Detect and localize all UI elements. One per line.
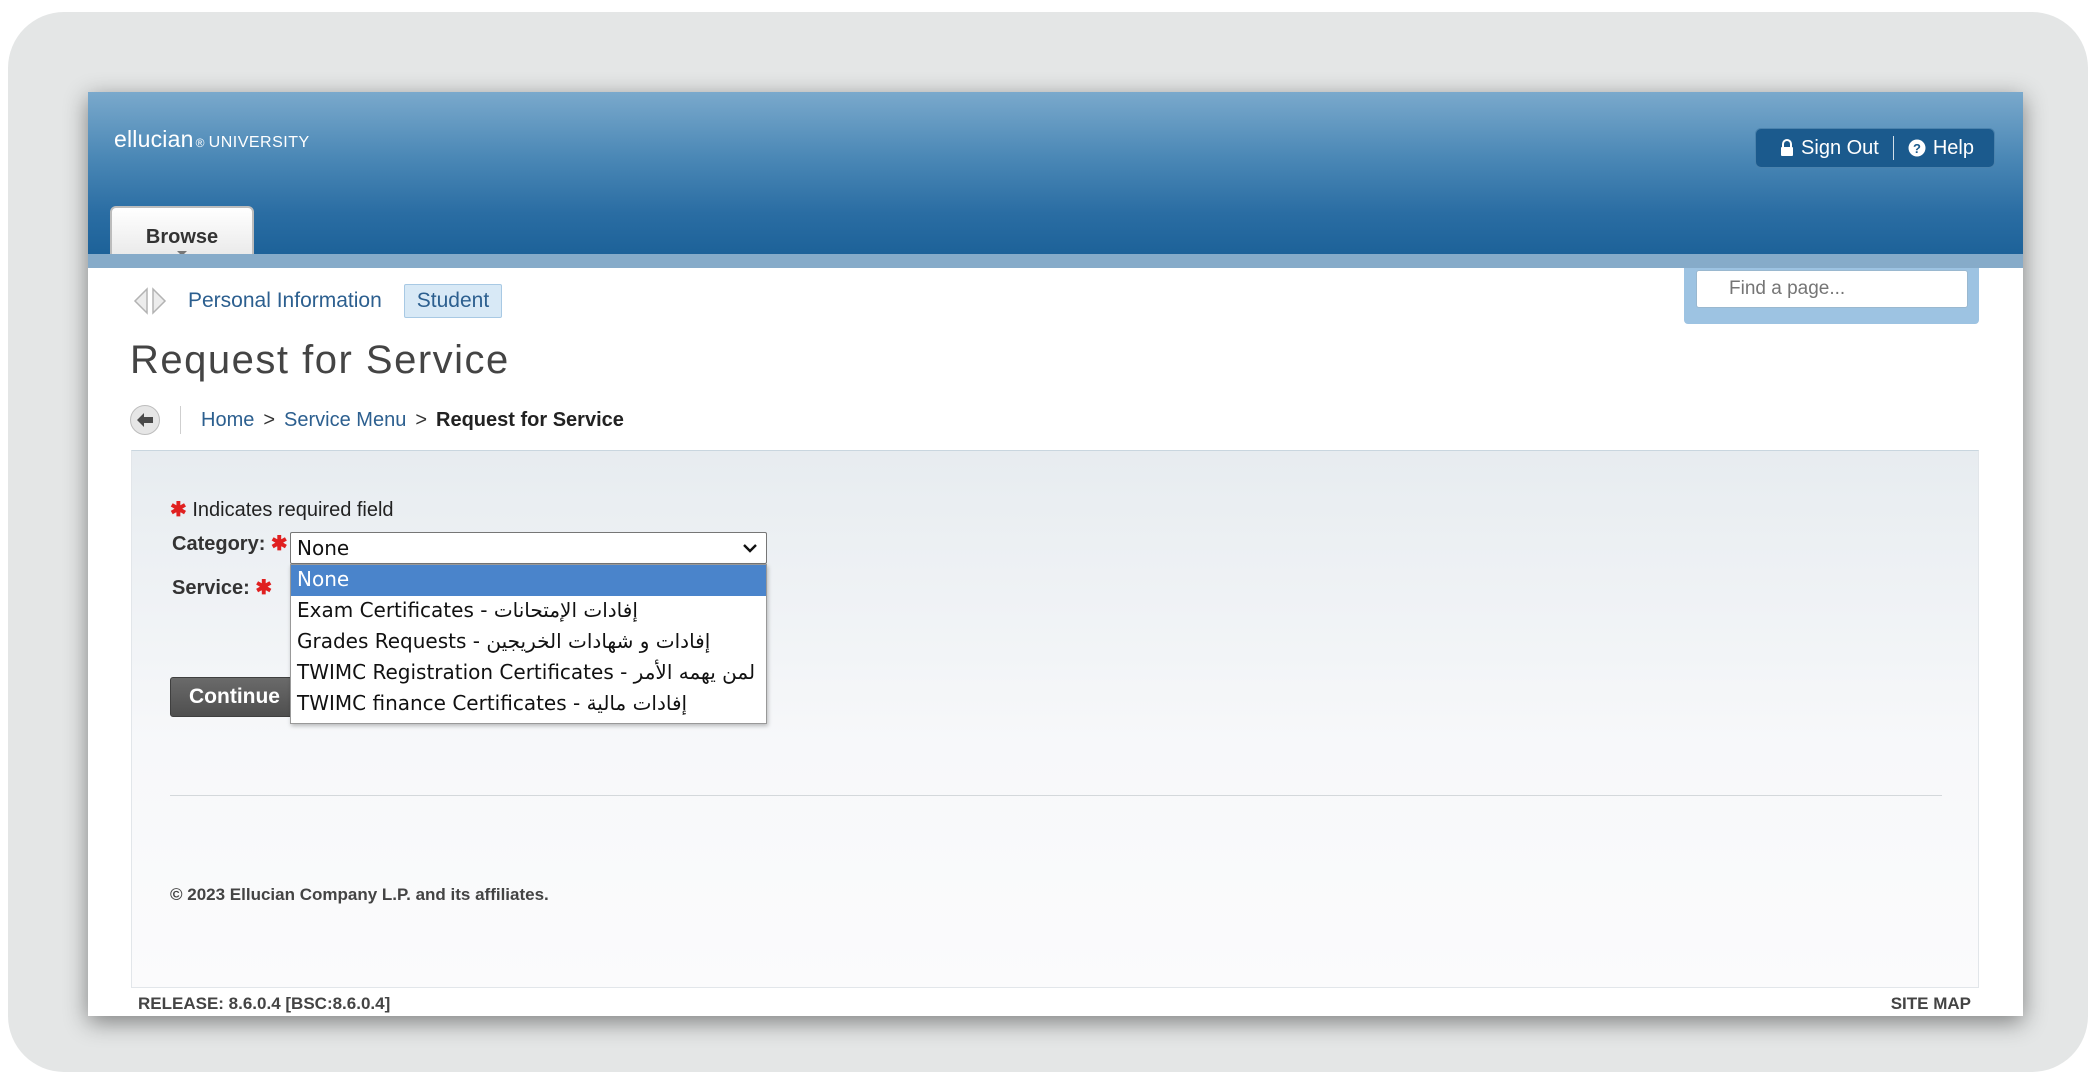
copyright-text: © 2023 Ellucian Company L.P. and its aff… (170, 885, 549, 904)
nav-personal-information[interactable]: Personal Information (188, 289, 382, 313)
help-button[interactable]: ? Help (1908, 137, 1974, 160)
category-label-row: Category: ✱ (172, 531, 288, 556)
breadcrumb: Home > Service Menu > Request for Servic… (130, 405, 624, 435)
service-label: Service: (172, 577, 250, 599)
continue-button[interactable]: Continue (170, 677, 310, 717)
category-dropdown-list: None Exam Certificates - إفادات الإمتحان… (290, 564, 767, 724)
back-button[interactable] (130, 405, 160, 435)
lock-icon (1781, 139, 1794, 156)
required-star: ✱ (270, 533, 288, 555)
category-select[interactable]: None (290, 532, 767, 564)
category-option[interactable]: TWIMC Registration Certificates - لمن يه… (291, 658, 766, 689)
divider (180, 406, 181, 434)
help-icon: ? (1908, 139, 1926, 157)
nav-arrows-svg (133, 287, 167, 315)
site-map-link[interactable]: SITE MAP (1891, 994, 1971, 1014)
back-arrow-icon (137, 413, 153, 427)
main-content: ✱ Indicates required field Category: ✱ S… (131, 450, 1979, 988)
brand-registered-mark: ® (195, 136, 205, 150)
required-star: ✱ (255, 577, 273, 599)
breadcrumb-home[interactable]: Home (201, 409, 254, 432)
breadcrumb-separator: > (263, 408, 276, 431)
category-label: Category: (172, 533, 266, 555)
nav-student[interactable]: Student (403, 284, 503, 318)
brand-logo: ellucian ® UNIVERSITY (114, 126, 310, 153)
chevron-down-icon (743, 544, 757, 553)
release-version: RELEASE: 8.6.0.4 [BSC:8.6.0.4] (138, 994, 391, 1013)
browse-label: Browse (145, 226, 219, 248)
user-actions: Sign Out ? Help (1755, 128, 1995, 168)
svg-text:?: ? (1913, 141, 1921, 156)
required-star: ✱ (170, 499, 187, 521)
page-title: Request for Service (130, 338, 510, 382)
category-option[interactable]: TWIMC finance Certificates - إفادات مالي… (291, 689, 766, 720)
divider (1892, 136, 1894, 160)
service-label-row: Service: ✱ (172, 575, 272, 600)
sign-out-button[interactable]: Sign Out (1780, 137, 1879, 160)
breadcrumb-separator: > (415, 408, 428, 431)
nav-arrows-icon[interactable] (132, 287, 168, 315)
required-field-note: ✱ Indicates required field (170, 497, 394, 522)
header-strip (88, 254, 2023, 268)
required-note-text: Indicates required field (192, 499, 394, 521)
brand-university: UNIVERSITY (208, 134, 310, 151)
brand-name: ellucian (114, 126, 194, 152)
find-page-panel (1684, 268, 1979, 324)
breadcrumb-current: Request for Service (436, 408, 624, 431)
category-select-value: None (297, 536, 350, 560)
category-option[interactable]: None (291, 565, 766, 596)
module-nav: Personal Information Student (132, 284, 503, 318)
find-page-input[interactable] (1696, 270, 1968, 308)
category-option[interactable]: Grades Requests - إفادات و شهادات الخريج… (291, 627, 766, 658)
category-option[interactable]: Exam Certificates - إفادات الإمتحانات (291, 596, 766, 627)
header-banner: ellucian ® UNIVERSITY Sign Out ? Help Brow… (88, 92, 2023, 266)
divider (170, 795, 1942, 796)
breadcrumb-service-menu[interactable]: Service Menu (284, 409, 406, 432)
sign-out-label: Sign Out (1801, 136, 1879, 159)
help-label: Help (1932, 136, 1974, 159)
browser-page: ellucian ® UNIVERSITY Sign Out ? Help Brow… (88, 92, 2023, 1016)
